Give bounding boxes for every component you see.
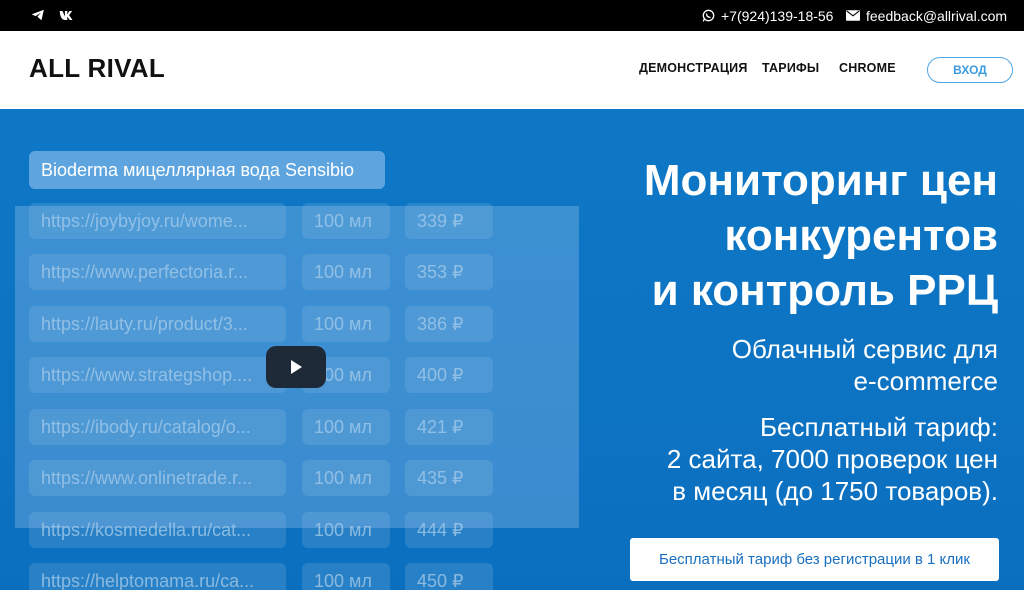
hero-subtitle: Облачный сервис для e-commerce [578, 333, 998, 397]
nav-tariffs[interactable]: ТАРИФЫ [762, 61, 819, 75]
demo-video[interactable]: Bioderma мицеллярная вода Sensibio https… [0, 109, 600, 590]
top-bar: +7(924)139-18-56 feedback@allrival.com [0, 0, 1024, 31]
nav-demo[interactable]: ДЕМОНСТРАЦИЯ [639, 61, 748, 75]
email-contact[interactable]: feedback@allrival.com [846, 0, 1007, 31]
nav-chrome[interactable]: CHROME [839, 61, 896, 75]
row-volume: 100 мл [302, 563, 390, 590]
row-url: https://helptomama.ru/ca... [29, 563, 286, 590]
phone-contact[interactable]: +7(924)139-18-56 [702, 0, 833, 31]
play-icon [291, 360, 302, 374]
free-plan-button[interactable]: Бесплатный тариф без регистрации в 1 кли… [630, 538, 999, 581]
headline-line: Мониторинг цен [643, 156, 998, 205]
envelope-icon [846, 10, 860, 21]
free-plan-line: Бесплатный тариф: [759, 412, 998, 442]
email-address: feedback@allrival.com [866, 7, 1008, 24]
vk-icon[interactable] [58, 8, 78, 22]
login-button[interactable]: ВХОД [927, 57, 1013, 83]
headline-line: конкурентов [724, 211, 998, 260]
logo[interactable]: ALL RIVAL [29, 53, 165, 84]
phone-number: +7(924)139-18-56 [721, 7, 834, 24]
play-button[interactable] [266, 346, 326, 388]
hero-headline: Мониторинг цен конкурентов и контроль РР… [578, 153, 998, 318]
demo-query: Bioderma мицеллярная вода Sensibio [29, 151, 385, 189]
subtitle-line: Облачный сервис для [731, 334, 998, 364]
headline-line: и контроль РРЦ [651, 266, 998, 315]
free-plan-text: Бесплатный тариф: 2 сайта, 7000 проверок… [578, 411, 998, 507]
whatsapp-icon [702, 9, 715, 22]
row-price: 450 ₽ [405, 563, 493, 590]
telegram-icon[interactable] [30, 8, 46, 22]
free-plan-line: в месяц (до 1750 товаров). [672, 476, 998, 506]
hero-section: Bioderma мицеллярная вода Sensibio https… [0, 109, 1024, 590]
subtitle-line: e-commerce [853, 366, 998, 396]
free-plan-line: 2 сайта, 7000 проверок цен [666, 444, 998, 474]
site-header: ALL RIVAL ДЕМОНСТРАЦИЯ ТАРИФЫ CHROME ВХО… [0, 31, 1024, 109]
